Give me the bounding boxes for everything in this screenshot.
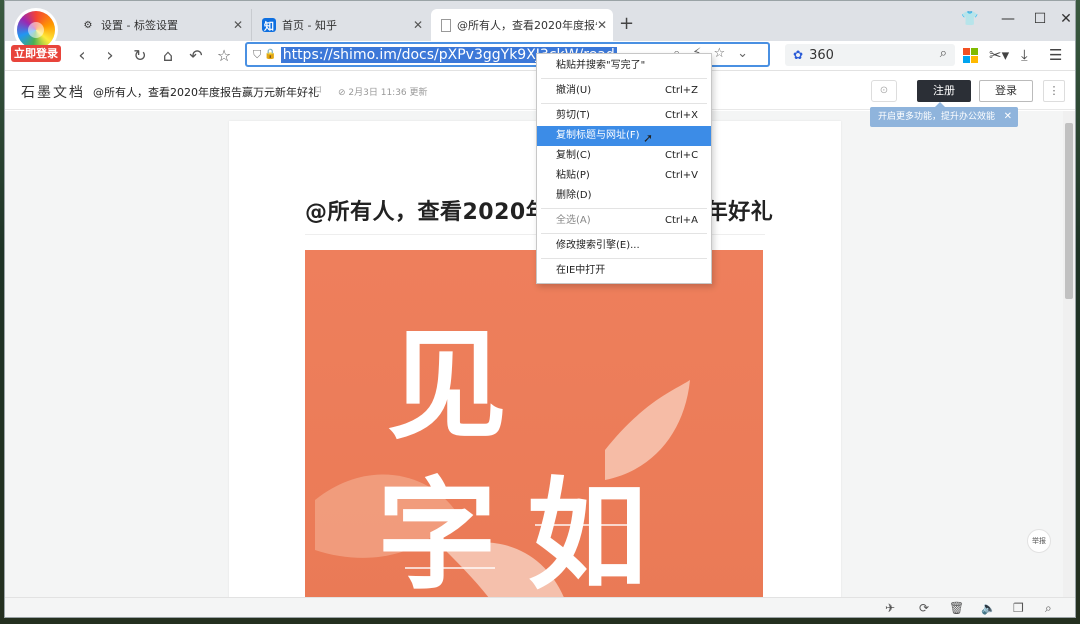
rocket-icon[interactable]: ✈: [885, 601, 895, 615]
login-badge[interactable]: 立即登录: [11, 45, 61, 62]
new-tab-button[interactable]: +: [619, 13, 634, 34]
gear-icon: ⚙: [83, 19, 93, 31]
status-bar: ✈ ⟳ 🗑 🔈 ❐ ⌕: [5, 597, 1075, 617]
more-options-icon[interactable]: ⋮: [1043, 80, 1065, 102]
menu-item-cut[interactable]: 剪切(T) Ctrl+X: [537, 106, 711, 126]
browser-logo[interactable]: 立即登录: [11, 11, 61, 62]
menu-item-copy-title-url[interactable]: 复制标题与网址(F) ➚: [537, 126, 711, 146]
menu-item-undo[interactable]: 撤消(U) Ctrl+Z: [537, 81, 711, 101]
bookmark-star-icon[interactable]: ☆: [211, 43, 237, 69]
menu-item-label: 复制标题与网址(F): [556, 130, 640, 141]
poster-char: 字: [377, 465, 497, 597]
scrollbar-thumb[interactable]: [1065, 123, 1073, 299]
tab-shimo-doc[interactable]: @所有人，查看2020年度报告 ✕: [431, 9, 613, 41]
download-icon[interactable]: ⤓: [1021, 46, 1028, 64]
browser-window: 立即登录 ⚙ 设置 - 标签设置 ✕ 知 首页 - 知乎 ✕ @所有人，查看20…: [4, 0, 1076, 618]
close-icon[interactable]: ✕: [413, 18, 423, 32]
menu-item-shortcut: Ctrl+C: [665, 150, 699, 161]
register-button[interactable]: 注册: [917, 80, 971, 102]
shield-icon: ⛉: [253, 47, 262, 61]
menu-item-label: 删除(D): [556, 190, 592, 201]
tab-label: 设置 - 标签设置: [101, 19, 178, 32]
menu-item-delete[interactable]: 删除(D): [537, 186, 711, 206]
menu-item-paste[interactable]: 粘贴(P) Ctrl+V: [537, 166, 711, 186]
menu-item-shortcut: Ctrl+V: [665, 170, 699, 181]
bookmark-icon[interactable]: ⌑: [315, 83, 321, 97]
window-icon[interactable]: ❐: [1013, 601, 1024, 615]
lock-icon: 🔒: [264, 49, 277, 60]
tab-zhihu[interactable]: 知 首页 - 知乎 ✕: [251, 9, 429, 41]
shimo-logo[interactable]: 石墨文档: [21, 82, 85, 102]
update-status: ⊘ 2月3日 11:36 更新: [338, 85, 428, 98]
context-menu: 粘贴并搜索"写完了" 撤消(U) Ctrl+Z 剪切(T) Ctrl+X 复制标…: [536, 53, 712, 284]
menu-separator: [541, 78, 707, 79]
mouse-cursor-icon: ➚: [643, 131, 654, 145]
trash-icon[interactable]: 🗑: [949, 601, 964, 615]
poster-char: 如: [527, 465, 647, 597]
feature-tooltip: 开启更多功能，提升办公效能 ✕: [870, 102, 1018, 127]
report-button[interactable]: 举报: [1027, 529, 1051, 553]
menu-item-open-in-ie[interactable]: 在IE中打开: [537, 261, 711, 281]
zhihu-icon: 知: [262, 18, 276, 33]
menu-item-label: 粘贴(P): [556, 170, 590, 181]
search-input[interactable]: 360: [809, 48, 834, 63]
menu-item-label: 全选(A): [556, 215, 591, 226]
close-icon[interactable]: ✕: [597, 18, 607, 32]
close-icon[interactable]: ✕: [1051, 11, 1075, 27]
browser-logo-icon: [17, 11, 55, 49]
skin-icon[interactable]: 👕: [955, 11, 985, 27]
minimize-icon[interactable]: —: [993, 11, 1023, 27]
refresh-icon[interactable]: ↻: [127, 43, 153, 69]
menu-item-label: 撤消(U): [556, 85, 592, 96]
poster-char: 见: [387, 315, 507, 456]
forward-icon[interactable]: ›: [97, 43, 123, 69]
menu-item-label: 粘贴并搜索"写完了": [556, 60, 646, 71]
close-icon[interactable]: ✕: [1004, 107, 1012, 127]
search-icon[interactable]: ⌕: [940, 46, 947, 61]
undo-close-icon[interactable]: ↶: [183, 43, 209, 69]
vertical-scrollbar[interactable]: [1063, 111, 1075, 597]
search-engine-icon[interactable]: ✿: [793, 48, 803, 62]
scissors-icon[interactable]: ✂▾: [989, 46, 1009, 64]
tab-strip: 立即登录 ⚙ 设置 - 标签设置 ✕ 知 首页 - 知乎 ✕ @所有人，查看20…: [5, 1, 1075, 62]
doc-title: @所有人，查看2020年度报告赢万元新年好礼: [93, 86, 319, 99]
document-icon: [441, 18, 451, 32]
menu-item-label: 剪切(T): [556, 110, 590, 121]
menu-item-shortcut: Ctrl+X: [665, 110, 699, 121]
menu-item-paste-and-search[interactable]: 粘贴并搜索"写完了": [537, 56, 711, 76]
back-icon[interactable]: ‹: [69, 43, 95, 69]
volume-icon[interactable]: 🔈: [981, 601, 996, 615]
login-button[interactable]: 登录: [979, 80, 1033, 102]
tab-settings[interactable]: ⚙ 设置 - 标签设置 ✕: [71, 9, 249, 41]
menu-item-shortcut: Ctrl+Z: [665, 85, 699, 96]
document-page: @所有人，查看2020年度报告赢万元新年好礼 见 字 如: [229, 121, 841, 597]
update-time: 2月3日 11:36 更新: [348, 88, 428, 98]
tooltip-text: 开启更多功能，提升办公效能: [878, 112, 996, 122]
menu-item-label: 复制(C): [556, 150, 591, 161]
menu-item-change-search-engine[interactable]: 修改搜索引擎(E)...: [537, 236, 711, 256]
menu-separator: [541, 103, 707, 104]
zoom-icon[interactable]: ⌕: [1045, 601, 1052, 616]
menu-icon[interactable]: ☰: [1049, 46, 1062, 64]
menu-item-copy[interactable]: 复制(C) Ctrl+C: [537, 146, 711, 166]
tab-label: 首页 - 知乎: [282, 19, 337, 32]
menu-item-label: 修改搜索引擎(E)...: [556, 240, 640, 251]
menu-separator: [541, 258, 707, 259]
menu-item-select-all[interactable]: 全选(A) Ctrl+A: [537, 211, 711, 231]
apps-grid-icon[interactable]: [963, 48, 978, 63]
tab-label: @所有人，查看2020年度报告: [457, 19, 597, 32]
menu-item-shortcut: Ctrl+A: [665, 215, 699, 226]
check-icon: ⊘: [338, 88, 349, 98]
home-icon[interactable]: ⌂: [155, 43, 181, 69]
poster-image: 见 字 如: [305, 250, 763, 597]
menu-separator: [541, 233, 707, 234]
refresh-circle-icon[interactable]: ⟳: [919, 601, 929, 615]
search-box[interactable]: ✿ 360 ⌕: [785, 44, 955, 66]
close-icon[interactable]: ✕: [233, 18, 243, 32]
target-icon[interactable]: ⊙: [871, 80, 897, 102]
menu-separator: [541, 208, 707, 209]
menu-item-label: 在IE中打开: [556, 265, 606, 276]
